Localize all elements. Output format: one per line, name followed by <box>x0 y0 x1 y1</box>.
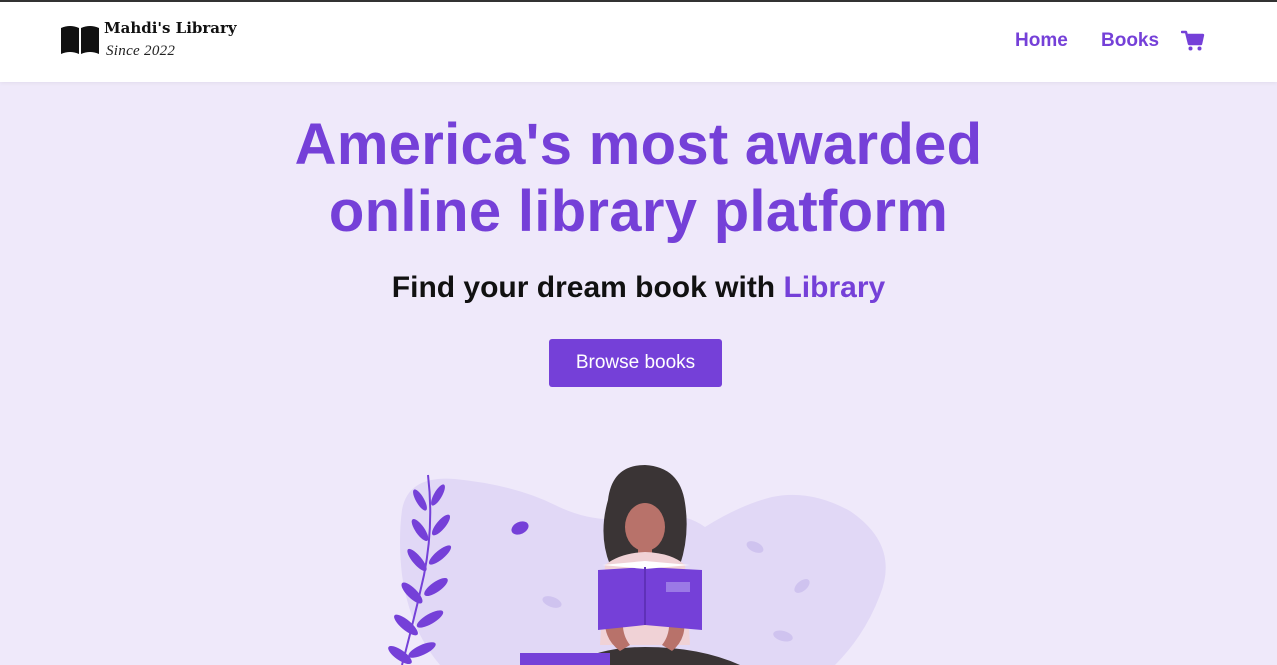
hero-title-line-2: online library platform <box>328 179 949 244</box>
shopping-cart-icon[interactable] <box>1181 30 1205 52</box>
hero-title: America's most awarded online library pl… <box>0 111 1277 245</box>
subtitle-accent-word: Library <box>783 271 886 304</box>
hero-title-line-1: America's most awarded <box>294 112 983 177</box>
brand-tagline: Since 2022 <box>106 43 176 59</box>
nav-books-link[interactable]: Books <box>1101 30 1159 52</box>
hero-subtitle: Find your dream book with Library <box>0 268 1277 308</box>
nav-home-link[interactable]: Home <box>1015 30 1068 52</box>
reading-woman-illustration <box>388 465 886 665</box>
browse-books-button[interactable]: Browse books <box>549 339 722 387</box>
brand-logo[interactable]: Mahdi's Library Since 2022 <box>60 18 237 68</box>
subtitle-text: Find your dream book with <box>391 271 776 304</box>
navbar: Mahdi's Library Since 2022 Home Books <box>0 2 1277 82</box>
open-book-icon <box>61 26 99 54</box>
brand-name: Mahdi's Library <box>104 19 237 37</box>
